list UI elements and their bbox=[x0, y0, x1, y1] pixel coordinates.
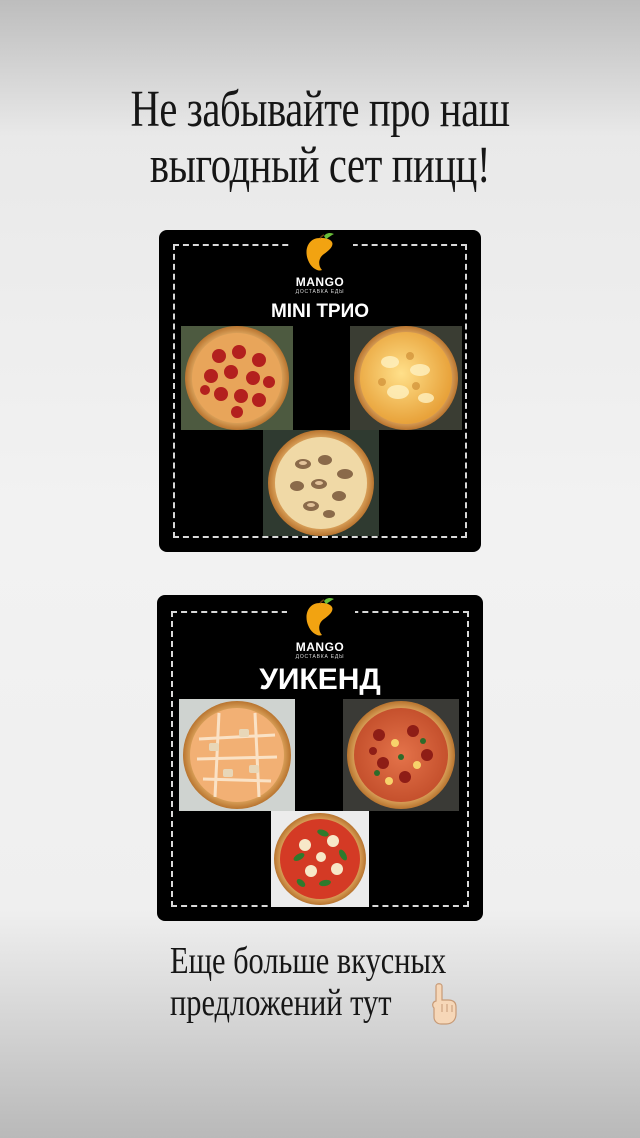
promo-card-weekend[interactable]: MANGO ДОСТАВКА ЕДЫ УИКЕНД bbox=[157, 595, 483, 921]
mango-fruit-icon bbox=[306, 232, 334, 271]
headline: Не забывайте про наш выгодный сет пицц! bbox=[70, 82, 569, 194]
promo-card-mini-trio[interactable]: MANGO ДОСТАВКА ЕДЫ MINI ТРИО bbox=[159, 230, 481, 552]
footer-text: Еще больше вкусных предложений тут bbox=[170, 940, 446, 1024]
pizza-image-mushroom bbox=[263, 430, 379, 536]
brand-subtitle: ДОСТАВКА ЕДЫ bbox=[295, 654, 345, 660]
pizza-image-four-cheese bbox=[350, 326, 462, 430]
headline-line-2: выгодный сет пицц! bbox=[149, 137, 491, 194]
headline-line-1: Не забывайте про наш bbox=[130, 81, 510, 138]
brand-name: MANGO bbox=[295, 275, 345, 289]
pointing-down-hand-icon[interactable] bbox=[426, 982, 462, 1026]
brand-name: MANGO bbox=[295, 640, 345, 654]
set-name-title: MINI ТРИО bbox=[270, 301, 370, 322]
brand-block: MANGO ДОСТАВКА ЕДЫ bbox=[159, 232, 481, 295]
brand-block: MANGO ДОСТАВКА ЕДЫ bbox=[157, 597, 483, 660]
mango-fruit-icon bbox=[306, 597, 334, 636]
brand-subtitle: ДОСТАВКА ЕДЫ bbox=[295, 289, 345, 295]
pizza-image-chicken bbox=[179, 699, 295, 811]
footer-line-2: предложений тут bbox=[170, 982, 392, 1024]
footer-line-1: Еще больше вкусных bbox=[170, 940, 447, 982]
set-name-title: УИКЕНД bbox=[259, 663, 381, 696]
pizza-image-pepperoni bbox=[181, 326, 293, 430]
pizza-image-hunting bbox=[343, 699, 459, 811]
pizza-image-margherita bbox=[271, 811, 369, 907]
